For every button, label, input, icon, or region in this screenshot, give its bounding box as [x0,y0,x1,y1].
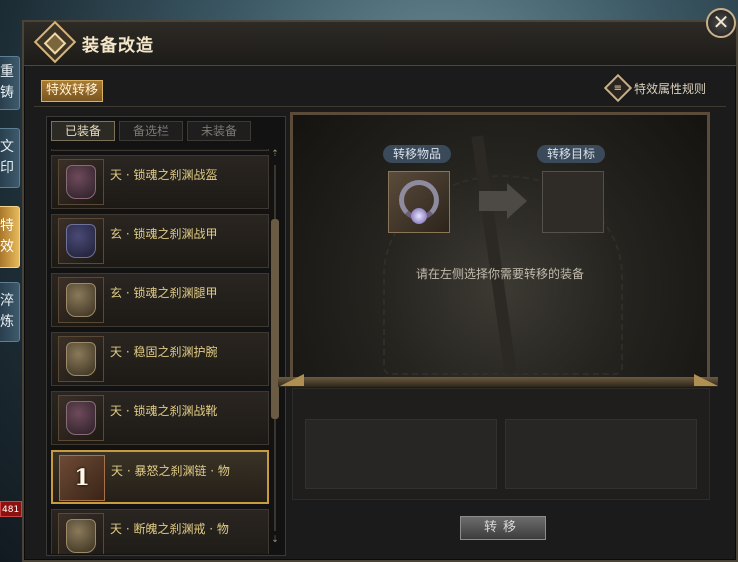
transfer-arrow-icon [479,191,507,211]
info-cell-left [305,419,497,489]
side-tab-label: 淬炼 [0,293,14,330]
tab-backup[interactable]: 备选栏 [119,121,183,141]
armor-icon [58,218,104,264]
target-slot[interactable] [542,171,604,233]
info-area [292,388,710,500]
bracer-icon [58,336,104,382]
titlebar: 装备改造 [24,20,736,66]
item-name: 天 · 稳固之刹渊护腕 [110,345,218,359]
scroll-down-icon[interactable]: ⇣ [270,535,280,545]
list-item-selected[interactable]: 1 天 · 暴怒之刹渊链 · 物 [51,450,269,504]
side-tab-temper[interactable]: 淬炼 [0,282,20,342]
item-badge: 1 [74,465,90,491]
scroll-thumb[interactable] [271,219,279,419]
item-name: 天 · 锁魂之刹渊战靴 [110,404,218,418]
list-item[interactable]: 玄 · 锁魂之刹渊战甲 [51,214,269,268]
equipment-list-panel: 已装备 备选栏 未装备 天 · 锁魂之刹渊战盔 玄 · 锁魂之刹渊战甲 玄 · … [46,116,286,556]
legguard-icon [58,277,104,323]
transfer-hint: 请在左侧选择你需要转移的装备 [415,267,584,281]
ring-icon [58,513,104,554]
window-title: 装备改造 [82,36,154,56]
side-tab-inscribe[interactable]: 文印 [0,128,20,188]
side-tab-label: 文印 [0,139,14,176]
source-label: 转移物品 [383,145,452,163]
category-tabs: 已装备 备选栏 未装备 [51,121,251,141]
item-name: 玄 · 锁魂之刹渊腿甲 [110,286,218,300]
panel-base-cap [280,374,304,386]
tab-effect-transfer[interactable]: 特效转移 [41,80,103,102]
target-label: 转移目标 [537,145,606,163]
list-item[interactable]: 天 · 锁魂之刹渊战靴 [51,391,269,445]
side-tab-recast[interactable]: 重铸 [0,56,20,110]
list-item[interactable]: 玄 · 锁魂之刹渊腿甲 [51,273,269,327]
tab-unequipped[interactable]: 未装备 [187,121,251,141]
scroll-up-icon[interactable]: ⇡ [270,149,280,159]
panel-base-cap [694,374,718,386]
transfer-panel: 转移物品 转移目标 请在左侧选择你需要转移的装备 [290,112,710,382]
divider [34,106,726,107]
info-cell-right [505,419,697,489]
close-icon: ✕ [712,10,730,34]
necklace-icon: 1 [59,455,105,501]
gem-icon [411,208,427,224]
side-tab-effect[interactable]: 特效 [0,206,20,268]
equipment-list: 天 · 锁魂之刹渊战盔 玄 · 锁魂之刹渊战甲 玄 · 锁魂之刹渊腿甲 天 · … [51,149,271,554]
effect-rules-link[interactable]: ≡ 特效属性规则 [603,73,706,103]
boots-icon [58,395,104,441]
list-item[interactable]: 天 · 断魄之刹渊戒 · 物 [51,509,269,554]
list-item[interactable] [51,149,269,151]
rules-link-label: 特效属性规则 [633,81,706,96]
item-name: 天 · 暴怒之刹渊链 · 物 [111,464,230,478]
close-button[interactable]: ✕ [706,8,736,38]
equipment-diamond-icon [33,20,77,64]
helmet-icon [58,159,104,205]
side-tab-label: 特效 [0,218,14,255]
tab-equipped[interactable]: 已装备 [51,121,115,141]
item-name: 玄 · 锁魂之刹渊战甲 [110,227,218,241]
side-tab-label: 重铸 [0,64,14,101]
item-name: 天 · 锁魂之刹渊战盔 [110,168,218,182]
list-item[interactable]: 天 · 锁魂之刹渊战盔 [51,155,269,209]
source-slot[interactable] [388,171,450,233]
list-item[interactable]: 天 · 稳固之刹渊护腕 [51,332,269,386]
item-name: 天 · 断魄之刹渊戒 · 物 [110,522,229,536]
equipment-modify-window: 装备改造 ✕ 特效转移 ≡ 特效属性规则 已装备 备选栏 未装备 天 · 锁魂之… [22,8,738,562]
hp-badge: 481 [0,501,22,517]
transfer-button[interactable]: 转移 [460,516,546,540]
list-scrollbar[interactable]: ⇡ ⇣ [270,149,280,547]
panel-base [278,377,718,387]
arrow-head [507,183,527,219]
document-icon: ≡ [603,73,633,103]
